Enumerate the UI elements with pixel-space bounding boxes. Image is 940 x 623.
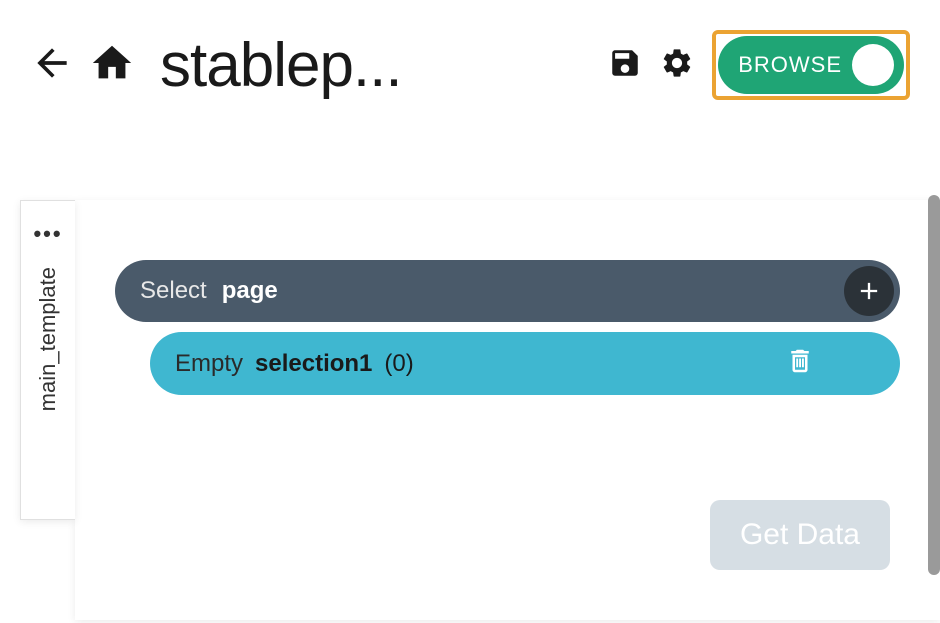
home-icon[interactable] <box>89 40 135 91</box>
plus-icon <box>855 277 883 305</box>
toggle-label: BROWSE <box>738 52 842 78</box>
gear-icon[interactable] <box>660 46 694 85</box>
back-arrow-icon[interactable] <box>30 41 74 90</box>
tab-label: main_template <box>35 267 61 411</box>
selection-status: Empty <box>175 350 243 378</box>
get-data-button[interactable]: Get Data <box>710 500 890 570</box>
browse-toggle-highlight: BROWSE <box>712 30 910 100</box>
select-label: Select <box>140 277 207 305</box>
add-selection-button[interactable] <box>844 266 894 316</box>
header-right-controls: BROWSE <box>608 30 910 100</box>
toggle-knob <box>852 44 894 86</box>
selection-row[interactable]: Empty selection1 (0) <box>150 332 900 395</box>
select-target: page <box>222 277 278 305</box>
browse-toggle[interactable]: BROWSE <box>718 36 904 94</box>
page-title: stablep... <box>160 30 593 101</box>
scrollbar[interactable] <box>928 195 940 575</box>
content-wrapper: ••• main_template Select page Empty sele… <box>0 200 940 620</box>
tab-menu-dots-icon[interactable]: ••• <box>33 221 62 247</box>
select-page-bar[interactable]: Select page <box>115 260 900 322</box>
selection-name: selection1 <box>255 350 372 378</box>
selection-count: (0) <box>384 350 413 378</box>
sidebar-tab[interactable]: ••• main_template <box>20 200 75 520</box>
header-bar: stablep... BROWSE <box>0 0 940 130</box>
save-icon[interactable] <box>608 46 642 85</box>
trash-icon[interactable] <box>785 346 815 381</box>
main-panel: Select page Empty selection1 (0) <box>75 200 940 620</box>
